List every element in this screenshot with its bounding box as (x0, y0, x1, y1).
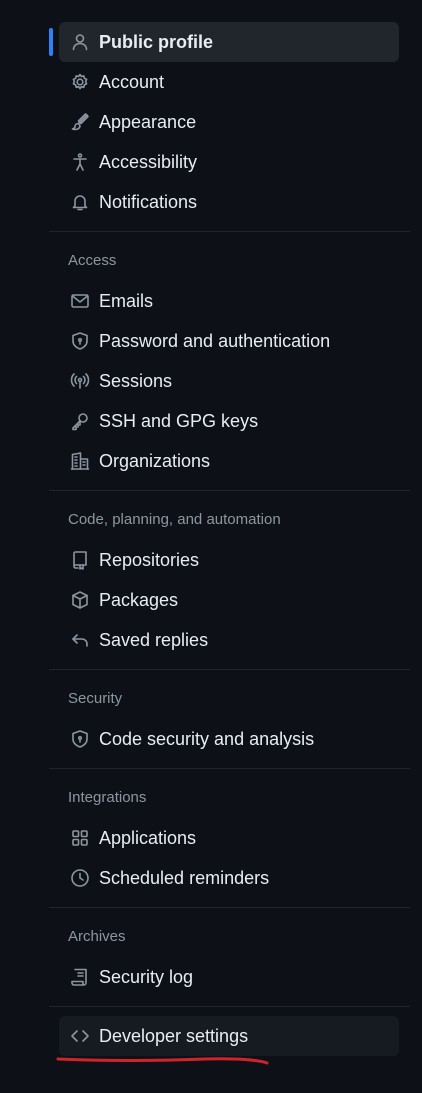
sidebar-item-label: Organizations (99, 450, 211, 471)
sidebar-item-label: Appearance (99, 111, 197, 132)
organization-icon (69, 450, 91, 472)
sidebar-item-password-authentication[interactable]: Password and authentication (59, 321, 399, 361)
sidebar-item-notifications[interactable]: Notifications (59, 182, 399, 222)
mail-icon (69, 290, 91, 312)
sidebar-item-label: Code security and analysis (99, 728, 315, 749)
log-icon (69, 966, 91, 988)
sidebar-item-appearance[interactable]: Appearance (59, 102, 399, 142)
divider (49, 768, 410, 769)
sidebar-item-accessibility[interactable]: Accessibility (59, 142, 399, 182)
reply-icon (69, 629, 91, 651)
shield-lock-icon (69, 330, 91, 352)
divider (49, 1006, 410, 1007)
bell-icon (69, 191, 91, 213)
sidebar-item-repositories[interactable]: Repositories (59, 540, 399, 580)
sidebar-item-label: Accessibility (99, 151, 198, 172)
sidebar-item-label: Repositories (99, 549, 200, 570)
sidebar-item-label: Packages (99, 589, 179, 610)
sidebar-item-scheduled-reminders[interactable]: Scheduled reminders (59, 858, 399, 898)
sidebar-item-public-profile[interactable]: Public profile (49, 22, 399, 62)
sidebar-item-label: Developer settings (99, 1025, 249, 1046)
sidebar-item-organizations[interactable]: Organizations (59, 441, 399, 481)
section-heading-security: Security (68, 690, 123, 707)
sidebar-item-security-log[interactable]: Security log (59, 957, 399, 997)
sidebar-item-label: Emails (99, 290, 154, 311)
sidebar-item-applications[interactable]: Applications (59, 818, 399, 858)
sidebar-item-sessions[interactable]: Sessions (59, 361, 399, 401)
section-heading-access: Access (68, 252, 117, 269)
person-icon (69, 31, 91, 53)
sidebar-item-packages[interactable]: Packages (59, 580, 399, 620)
sidebar-item-account[interactable]: Account (59, 62, 399, 102)
accessibility-icon (69, 151, 91, 173)
sidebar-item-label: Security log (99, 966, 194, 987)
sidebar-item-label: Applications (99, 827, 197, 848)
sidebar-item-label: Sessions (99, 370, 173, 391)
gear-icon (69, 71, 91, 93)
apps-icon (69, 827, 91, 849)
divider (49, 490, 410, 491)
active-indicator (49, 28, 53, 56)
section-heading-archives: Archives (68, 928, 126, 945)
package-icon (69, 589, 91, 611)
sidebar-item-label: Saved replies (99, 629, 209, 650)
divider (49, 907, 410, 908)
red-underline-annotation (56, 1057, 269, 1065)
divider (49, 231, 410, 232)
sidebar-item-developer-settings[interactable]: Developer settings (59, 1016, 399, 1056)
paintbrush-icon (69, 111, 91, 133)
sidebar-item-label: Notifications (99, 191, 198, 212)
sidebar-item-saved-replies[interactable]: Saved replies (59, 620, 399, 660)
sidebar-item-label: Public profile (99, 31, 214, 52)
shield-icon (69, 728, 91, 750)
clock-icon (69, 867, 91, 889)
section-heading-code-planning: Code, planning, and automation (68, 511, 281, 528)
settings-sidebar: Public profile Account Appearance Access… (49, 22, 410, 1056)
code-icon (69, 1025, 91, 1047)
broadcast-icon (69, 370, 91, 392)
sidebar-item-label: SSH and GPG keys (99, 410, 259, 431)
repo-icon (69, 549, 91, 571)
sidebar-item-label: Scheduled reminders (99, 867, 270, 888)
sidebar-item-emails[interactable]: Emails (59, 281, 399, 321)
sidebar-item-label: Account (99, 71, 165, 92)
key-icon (69, 410, 91, 432)
sidebar-item-label: Password and authentication (99, 330, 331, 351)
sidebar-item-code-security[interactable]: Code security and analysis (59, 719, 399, 759)
section-heading-integrations: Integrations (68, 789, 147, 806)
sidebar-item-ssh-gpg-keys[interactable]: SSH and GPG keys (59, 401, 399, 441)
divider (49, 669, 410, 670)
